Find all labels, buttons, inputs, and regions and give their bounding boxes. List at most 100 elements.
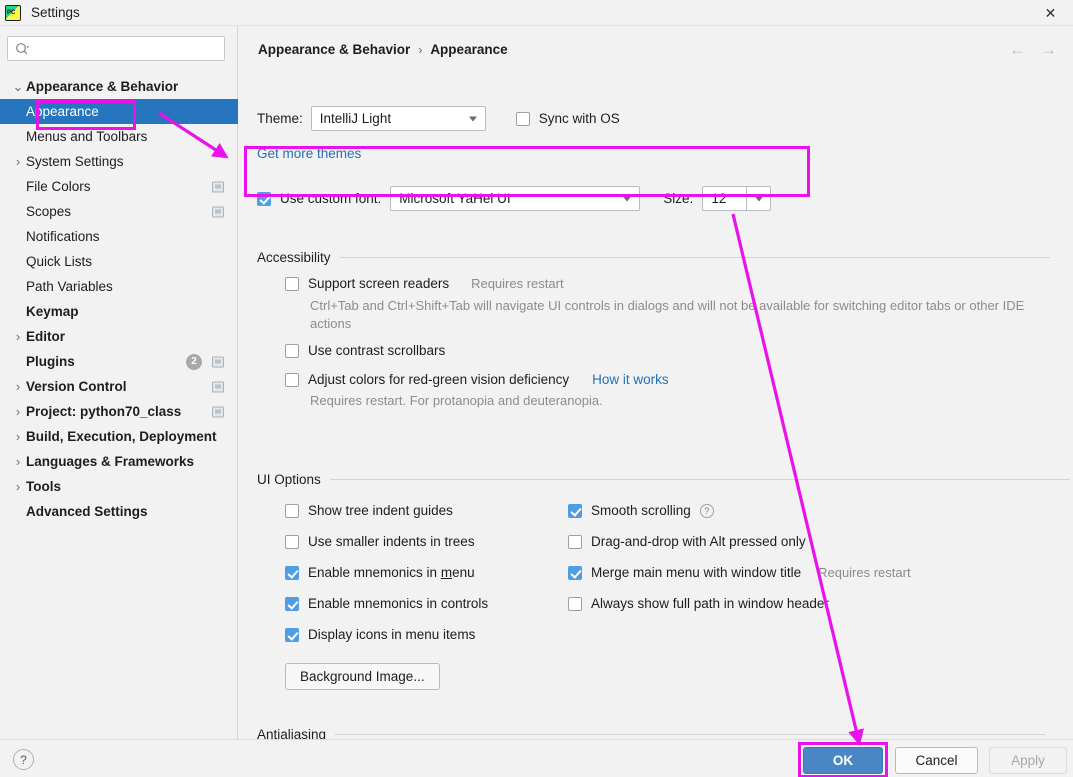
drag-and-drop-with-alt-pressed-only-label: Drag-and-drop with Alt pressed only [591,534,806,549]
enable-mnemonics-in-controls-checkbox[interactable] [285,597,299,611]
sidebar-item-build-execution-deployment[interactable]: ›Build, Execution, Deployment [0,424,238,449]
sidebar-item-label: Languages & Frameworks [26,454,194,469]
get-more-themes-link[interactable]: Get more themes [257,146,361,161]
sidebar-item-system-settings[interactable]: ›System Settings [0,149,238,174]
use-smaller-indents-in-trees-label: Use smaller indents in trees [308,534,475,549]
arrow-right-icon[interactable]: → [1040,40,1057,60]
show-tree-indent-guides-checkbox[interactable] [285,504,299,518]
merge-main-menu-with-window-title-row[interactable]: Merge main menu with window title Require… [568,565,911,580]
sidebar-item-version-control[interactable]: ›Version Control [0,374,238,399]
search-input[interactable] [34,40,209,57]
contrast-scrollbars-row[interactable]: Use contrast scrollbars [285,343,1045,358]
window-title: Settings [31,5,80,20]
arrow-left-icon[interactable]: ← [1009,40,1026,60]
apply-button[interactable]: Apply [989,747,1067,774]
sidebar-item-appearance[interactable]: ›Appearance [0,99,238,124]
scope-icon [212,206,224,217]
sync-with-os-checkbox[interactable] [516,112,530,126]
sidebar-item-notifications[interactable]: ›Notifications [0,224,238,249]
display-icons-in-menu-items-checkbox[interactable] [285,628,299,642]
contrast-scrollbars-checkbox[interactable] [285,344,299,358]
breadcrumb-parent[interactable]: Appearance & Behavior [258,42,410,57]
chevron-right-icon[interactable]: › [10,154,26,169]
cancel-button[interactable]: Cancel [895,747,978,774]
how-it-works-link[interactable]: How it works [592,372,669,387]
sidebar-item-path-variables[interactable]: ›Path Variables [0,274,238,299]
scope-icon [212,356,224,367]
accessibility-options: Support screen readers Requires restart … [285,276,1045,420]
chevron-right-icon[interactable]: › [10,454,26,469]
enable-mnemonics-in-menu-checkbox[interactable] [285,566,299,580]
chevron-right-icon[interactable]: › [10,479,26,494]
sidebar-item-file-colors[interactable]: ›File Colors [0,174,238,199]
theme-label: Theme: [257,111,303,126]
sidebar-item-label: Project: python70_class [26,404,181,419]
ok-button[interactable]: OK [803,747,883,774]
section-divider [335,734,1045,735]
enable-mnemonics-in-menu-row[interactable]: Enable mnemonics in menu [285,565,488,580]
sidebar-item-quick-lists[interactable]: ›Quick Lists [0,249,238,274]
sidebar-item-project-python70-class[interactable]: ›Project: python70_class [0,399,238,424]
smooth-scrolling-checkbox[interactable] [568,504,582,518]
sync-with-os-row[interactable]: Sync with OS [516,111,620,126]
use-custom-font-checkbox[interactable] [257,192,271,206]
nav-arrows: ← → [1009,40,1057,60]
font-size-dropdown-button[interactable] [746,186,771,211]
always-show-full-path-in-window-header-checkbox[interactable] [568,597,582,611]
sidebar-item-menus-and-toolbars[interactable]: ›Menus and Toolbars [0,124,238,149]
scope-icon [212,406,224,417]
settings-tree: ⌄Appearance & Behavior›Appearance›Menus … [0,74,238,524]
font-family-select[interactable]: Microsoft YaHei UI [390,186,640,211]
sidebar-item-plugins[interactable]: ›Plugins2 [0,349,238,374]
merge-main-menu-with-window-title-label: Merge main menu with window title [591,565,801,580]
merge-main-menu-with-window-title-checkbox[interactable] [568,566,582,580]
theme-select[interactable]: IntelliJ Light [311,106,486,131]
sidebar-item-keymap[interactable]: ›Keymap [0,299,238,324]
red-green-label: Adjust colors for red-green vision defic… [308,372,569,387]
font-family-value: Microsoft YaHei UI [391,191,510,206]
enable-mnemonics-in-controls-row[interactable]: Enable mnemonics in controls [285,596,488,611]
display-icons-in-menu-items-row[interactable]: Display icons in menu items [285,627,488,642]
ui-options-right-column: Smooth scrolling? Drag-and-drop with Alt … [568,503,911,627]
sidebar-item-label: Appearance & Behavior [26,79,178,94]
support-screen-readers-row[interactable]: Support screen readers Requires restart [285,276,1045,291]
red-green-checkbox[interactable] [285,373,299,387]
smooth-scrolling-row[interactable]: Smooth scrolling? [568,503,911,518]
question-mark-icon[interactable]: ? [13,749,34,770]
use-smaller-indents-in-trees-row[interactable]: Use smaller indents in trees [285,534,488,549]
search-field[interactable] [7,36,225,61]
sidebar-item-editor[interactable]: ›Editor [0,324,238,349]
drag-and-drop-with-alt-pressed-only-checkbox[interactable] [568,535,582,549]
close-icon[interactable]: ✕ [1028,0,1073,26]
pycharm-icon [5,5,21,21]
chevron-right-icon[interactable]: › [10,379,26,394]
sidebar-item-label: Advanced Settings [26,504,148,519]
title-bar: Settings ✕ [0,0,1073,26]
question-mark-icon[interactable]: ? [700,504,714,518]
sidebar-item-label: Scopes [26,204,71,219]
chevron-right-icon[interactable]: › [10,404,26,419]
merge-main-menu-with-window-title-note: Requires restart [818,565,910,580]
font-size-input[interactable]: 12 [702,186,746,211]
screen-readers-help-text: Ctrl+Tab and Ctrl+Shift+Tab will navigat… [310,297,1045,333]
screen-readers-restart-note: Requires restart [471,276,563,291]
breadcrumb-current: Appearance [430,42,507,57]
support-screen-readers-checkbox[interactable] [285,277,299,291]
accessibility-title: Accessibility [257,250,331,265]
show-tree-indent-guides-row[interactable]: Show tree indent guides [285,503,488,518]
use-smaller-indents-in-trees-checkbox[interactable] [285,535,299,549]
background-image-button[interactable]: Background Image... [285,663,440,690]
sidebar-item-languages-frameworks[interactable]: ›Languages & Frameworks [0,449,238,474]
sidebar-item-appearance-behavior[interactable]: ⌄Appearance & Behavior [0,74,238,99]
chevron-right-icon[interactable]: › [10,429,26,444]
drag-and-drop-with-alt-pressed-only-row[interactable]: Drag-and-drop with Alt pressed only [568,534,911,549]
chevron-right-icon[interactable]: › [10,329,26,344]
always-show-full-path-in-window-header-row[interactable]: Always show full path in window header [568,596,911,611]
chevron-down-icon[interactable]: ⌄ [10,79,26,95]
sidebar-item-advanced-settings[interactable]: ›Advanced Settings [0,499,238,524]
sidebar-item-tools[interactable]: ›Tools [0,474,238,499]
smooth-scrolling-label: Smooth scrolling [591,503,691,518]
font-size-label: Size: [663,191,693,206]
red-green-row[interactable]: Adjust colors for red-green vision defic… [285,372,1045,387]
sidebar-item-scopes[interactable]: ›Scopes [0,199,238,224]
